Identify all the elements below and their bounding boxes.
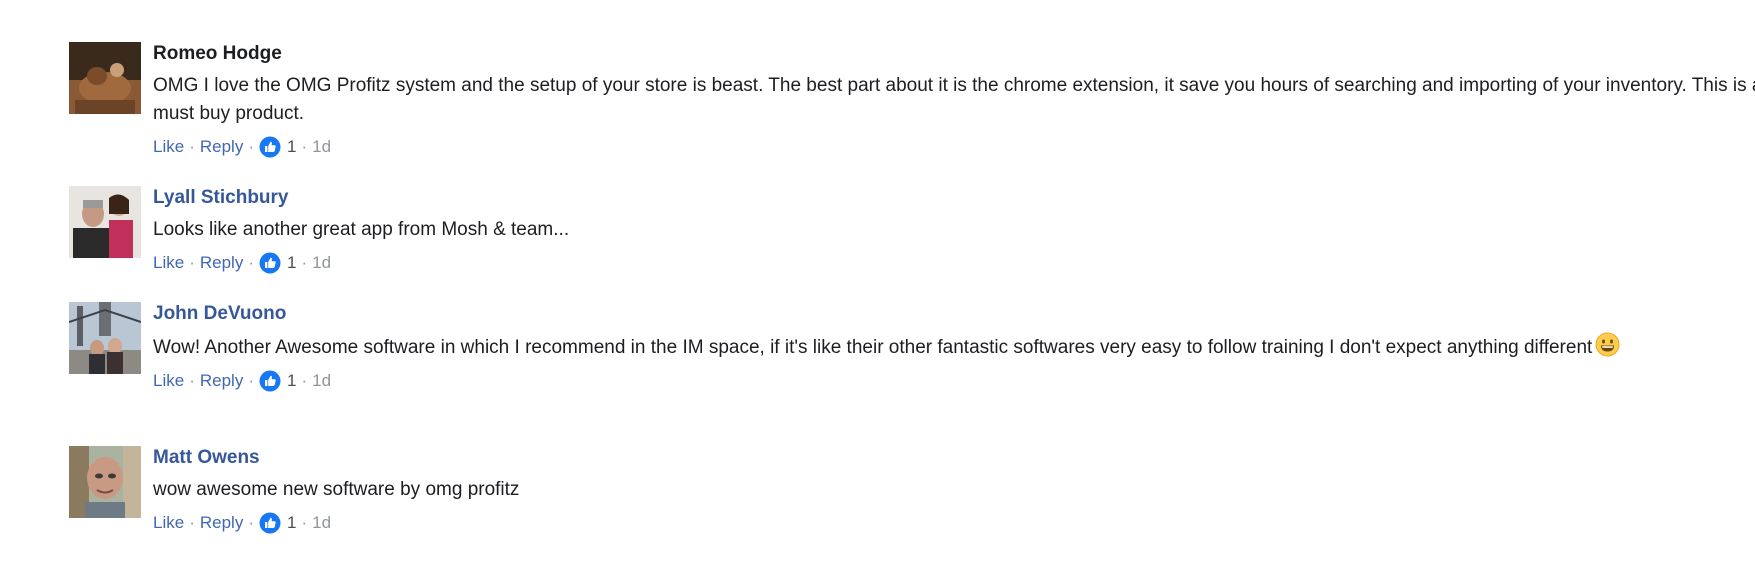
thumbs-up-icon: [259, 512, 281, 534]
comment-timestamp[interactable]: 1d: [312, 136, 331, 158]
comment-actions: Like · Reply · 1 · 1d: [153, 136, 1755, 158]
separator: ·: [248, 371, 254, 390]
like-link[interactable]: Like: [153, 252, 184, 274]
comment-author[interactable]: Lyall Stichbury: [153, 186, 289, 210]
comment-body: Romeo Hodge OMG I love the OMG Profitz s…: [153, 42, 1755, 158]
comment-author[interactable]: Matt Owens: [153, 446, 260, 470]
avatar[interactable]: [69, 446, 141, 518]
reply-link[interactable]: Reply: [200, 370, 243, 392]
avatar-photo: [69, 302, 141, 374]
avatar[interactable]: [69, 42, 141, 114]
comment-text: wow awesome new software by omg profitz: [153, 479, 520, 500]
comment-author[interactable]: Romeo Hodge: [153, 42, 282, 66]
separator: ·: [248, 513, 254, 532]
thumbs-up-icon: [259, 136, 281, 158]
separator: ·: [189, 137, 195, 156]
separator: ·: [248, 253, 254, 272]
separator: ·: [189, 513, 195, 532]
avatar-photo: [69, 42, 141, 114]
thumbs-up-icon: [259, 252, 281, 274]
comment-text: Looks like another great app from Mosh &…: [153, 219, 570, 240]
reaction-count: 1: [287, 137, 297, 156]
reaction-badge[interactable]: 1: [259, 512, 296, 534]
comment-text-content: Wow! Another Awesome software in which I…: [153, 337, 1593, 358]
separator: ·: [189, 253, 195, 272]
separator: ·: [189, 371, 195, 390]
comment-actions: Like · Reply · 1 · 1d: [153, 252, 1755, 274]
reaction-count: 1: [287, 253, 297, 272]
comment-text: OMG I love the OMG Profitz system and th…: [153, 75, 1755, 124]
reaction-count: 1: [287, 371, 297, 390]
comment-text: Wow! Another Awesome software in which I…: [153, 332, 1755, 362]
comment-body: Matt Owens wow awesome new software by o…: [153, 446, 1755, 534]
separator: ·: [301, 253, 308, 272]
reply-link[interactable]: Reply: [200, 136, 243, 158]
grinning-face-icon: [1595, 332, 1620, 357]
like-link[interactable]: Like: [153, 370, 184, 392]
comment-author[interactable]: John DeVuono: [153, 302, 286, 326]
reply-link[interactable]: Reply: [200, 512, 243, 534]
comment-timestamp[interactable]: 1d: [312, 252, 331, 274]
avatar-photo: [69, 446, 141, 518]
avatar[interactable]: [69, 302, 141, 374]
reaction-badge[interactable]: 1: [259, 370, 296, 392]
comment-actions: Like · Reply · 1 · 1d: [153, 370, 1755, 392]
like-link[interactable]: Like: [153, 136, 184, 158]
comment-actions: Like · Reply · 1 · 1d: [153, 512, 1755, 534]
comment-timestamp[interactable]: 1d: [312, 512, 331, 534]
separator: ·: [248, 137, 254, 156]
comment-body: John DeVuono Wow! Another Awesome softwa…: [153, 302, 1755, 392]
like-link[interactable]: Like: [153, 512, 184, 534]
separator: ·: [301, 513, 308, 532]
thumbs-up-icon: [259, 370, 281, 392]
reaction-badge[interactable]: 1: [259, 252, 296, 274]
reaction-count: 1: [287, 513, 297, 532]
separator: ·: [301, 137, 308, 156]
comment-timestamp[interactable]: 1d: [312, 370, 331, 392]
avatar-photo: [69, 186, 141, 258]
separator: ·: [301, 371, 308, 390]
reaction-badge[interactable]: 1: [259, 136, 296, 158]
comment-body: Lyall Stichbury Looks like another great…: [153, 186, 1755, 274]
reply-link[interactable]: Reply: [200, 252, 243, 274]
avatar[interactable]: [69, 186, 141, 258]
